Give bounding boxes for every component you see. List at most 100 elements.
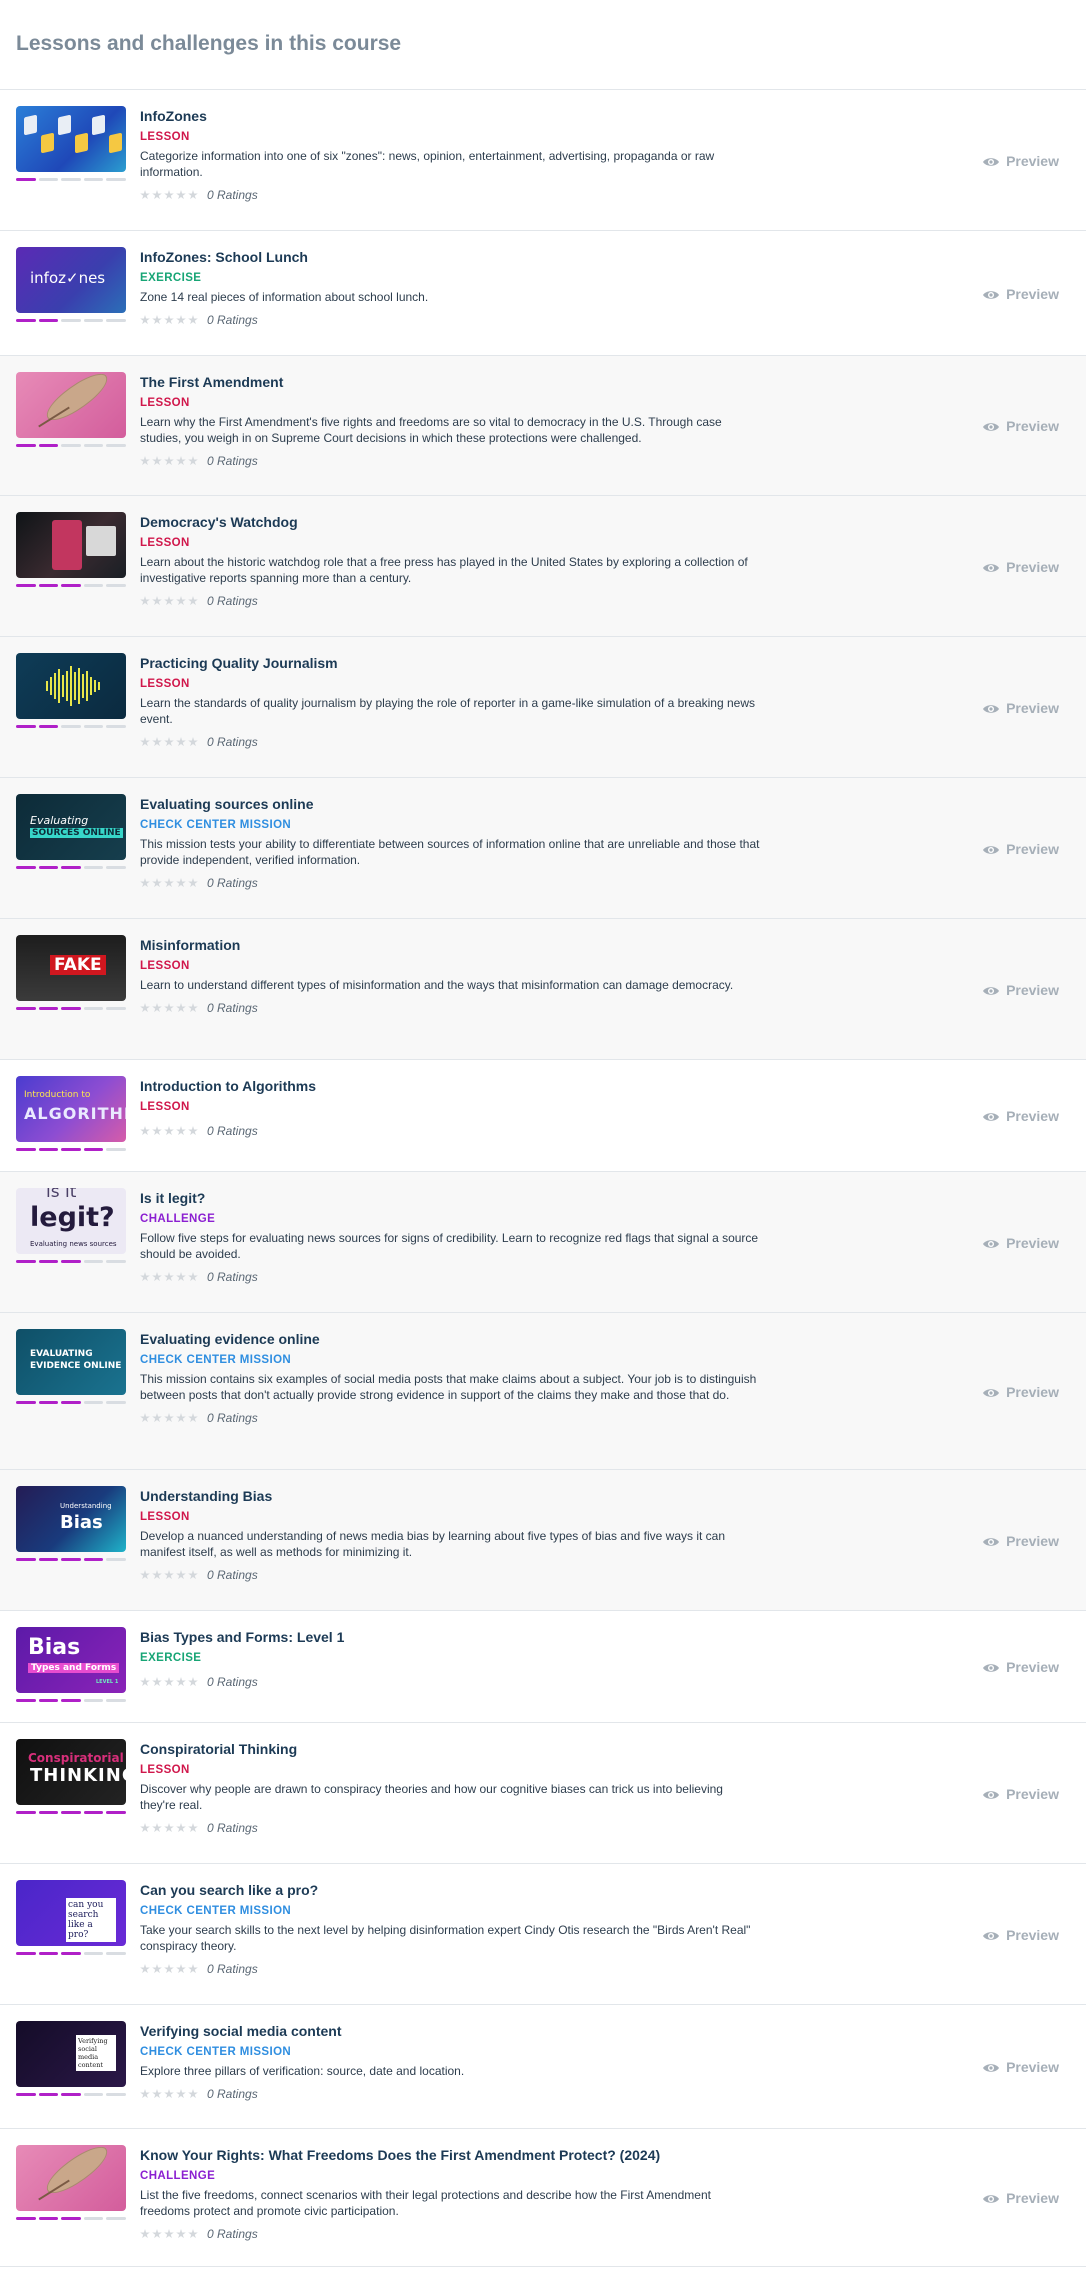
star-icon[interactable] (140, 1272, 150, 1282)
star-icon[interactable] (176, 1964, 186, 1974)
lesson-row[interactable]: Understanding Bias Understanding Bias LESSO… (0, 1470, 1086, 1611)
lesson-thumbnail[interactable]: Introduction to ALGORITHMS (16, 1076, 126, 1142)
star-icon[interactable] (188, 1823, 198, 1833)
lesson-row[interactable]: infoz✓nes InfoZones: School Lunch EXERCISE… (0, 231, 1086, 356)
preview-button[interactable]: Preview (982, 559, 1059, 575)
lesson-row[interactable]: can you search like a pro? Can you search… (0, 1864, 1086, 2005)
lesson-title[interactable]: Know Your Rights: What Freedoms Does the… (140, 2145, 760, 2165)
star-icon[interactable] (188, 737, 198, 747)
star-icon[interactable] (140, 2229, 150, 2239)
star-rating[interactable] (140, 2229, 198, 2239)
star-icon[interactable] (164, 1823, 174, 1833)
star-icon[interactable] (140, 1126, 150, 1136)
lesson-row[interactable]: The First Amendment LESSON Learn why the F… (0, 356, 1086, 496)
star-icon[interactable] (152, 1126, 162, 1136)
star-icon[interactable] (176, 596, 186, 606)
preview-button[interactable]: Preview (982, 841, 1059, 857)
star-rating[interactable] (140, 1677, 198, 1687)
preview-button[interactable]: Preview (982, 1108, 1059, 1124)
star-icon[interactable] (188, 1272, 198, 1282)
star-icon[interactable] (188, 190, 198, 200)
star-icon[interactable] (140, 1413, 150, 1423)
star-rating[interactable] (140, 1570, 198, 1580)
star-icon[interactable] (152, 456, 162, 466)
star-icon[interactable] (164, 596, 174, 606)
preview-button[interactable]: Preview (982, 153, 1059, 169)
lesson-title[interactable]: The First Amendment (140, 372, 760, 392)
star-icon[interactable] (188, 2229, 198, 2239)
star-icon[interactable] (152, 1964, 162, 1974)
preview-button[interactable]: Preview (982, 286, 1059, 302)
lesson-row[interactable]: Verifying social media content Verifying … (0, 2005, 1086, 2129)
star-rating[interactable] (140, 315, 198, 325)
star-icon[interactable] (140, 1823, 150, 1833)
preview-button[interactable]: Preview (982, 1384, 1059, 1400)
lesson-title[interactable]: Democracy's Watchdog (140, 512, 760, 532)
lesson-row[interactable]: is it legit? Evaluating news sources Is it … (0, 1172, 1086, 1313)
star-icon[interactable] (152, 1677, 162, 1687)
star-rating[interactable] (140, 2089, 198, 2099)
lesson-title[interactable]: Introduction to Algorithms (140, 1076, 760, 1096)
star-icon[interactable] (140, 456, 150, 466)
lesson-thumbnail[interactable]: Understanding Bias (16, 1486, 126, 1552)
star-icon[interactable] (164, 1413, 174, 1423)
star-icon[interactable] (176, 1823, 186, 1833)
lesson-thumbnail[interactable] (16, 372, 126, 438)
star-icon[interactable] (152, 315, 162, 325)
star-icon[interactable] (152, 596, 162, 606)
star-icon[interactable] (176, 190, 186, 200)
preview-button[interactable]: Preview (982, 1927, 1059, 1943)
star-icon[interactable] (164, 1677, 174, 1687)
lesson-title[interactable]: Misinformation (140, 935, 760, 955)
star-icon[interactable] (140, 1677, 150, 1687)
star-icon[interactable] (188, 2089, 198, 2099)
star-icon[interactable] (188, 1964, 198, 1974)
lesson-thumbnail[interactable] (16, 2145, 126, 2211)
star-rating[interactable] (140, 456, 198, 466)
star-icon[interactable] (176, 1677, 186, 1687)
lesson-thumbnail[interactable]: Bias Types and Forms LEVEL 1 (16, 1627, 126, 1693)
star-rating[interactable] (140, 1272, 198, 1282)
star-icon[interactable] (140, 1003, 150, 1013)
star-rating[interactable] (140, 1823, 198, 1833)
star-icon[interactable] (188, 1570, 198, 1580)
lesson-title[interactable]: Evaluating sources online (140, 794, 760, 814)
lesson-title[interactable]: Evaluating evidence online (140, 1329, 760, 1349)
lesson-row[interactable]: Democracy's Watchdog LESSON Learn about th… (0, 496, 1086, 637)
lesson-thumbnail[interactable]: ConspiratorialTHINKING (16, 1739, 126, 1805)
lesson-title[interactable]: Verifying social media content (140, 2021, 760, 2041)
star-icon[interactable] (164, 1126, 174, 1136)
star-icon[interactable] (188, 878, 198, 888)
star-icon[interactable] (164, 190, 174, 200)
star-icon[interactable] (152, 1003, 162, 1013)
lesson-row[interactable]: FAKE Misinformation LESSON Learn to underst… (0, 919, 1086, 1060)
star-icon[interactable] (140, 190, 150, 200)
star-rating[interactable] (140, 1003, 198, 1013)
star-icon[interactable] (176, 1413, 186, 1423)
lesson-title[interactable]: Can you search like a pro? (140, 1880, 760, 1900)
preview-button[interactable]: Preview (982, 982, 1059, 998)
lesson-title[interactable]: Conspiratorial Thinking (140, 1739, 760, 1759)
star-icon[interactable] (140, 1570, 150, 1580)
star-icon[interactable] (152, 190, 162, 200)
preview-button[interactable]: Preview (982, 1659, 1059, 1675)
lesson-row[interactable]: Know Your Rights: What Freedoms Does the… (0, 2129, 1086, 2267)
preview-button[interactable]: Preview (982, 1533, 1059, 1549)
preview-button[interactable]: Preview (982, 700, 1059, 716)
star-rating[interactable] (140, 878, 198, 888)
lesson-thumbnail[interactable]: FAKE (16, 935, 126, 1001)
star-icon[interactable] (164, 315, 174, 325)
star-icon[interactable] (152, 2229, 162, 2239)
preview-button[interactable]: Preview (982, 1235, 1059, 1251)
lesson-thumbnail[interactable]: Verifying social media content (16, 2021, 126, 2087)
star-icon[interactable] (164, 737, 174, 747)
star-icon[interactable] (140, 2089, 150, 2099)
lesson-row[interactable]: InfoZones LESSON Categorize information in… (0, 90, 1086, 231)
lesson-thumbnail[interactable]: can you search like a pro? (16, 1880, 126, 1946)
star-rating[interactable] (140, 737, 198, 747)
lesson-row[interactable]: Practicing Quality Journalism LESSON Learn… (0, 637, 1086, 778)
star-icon[interactable] (176, 737, 186, 747)
star-icon[interactable] (152, 1823, 162, 1833)
lesson-row[interactable]: EVALUATING EVIDENCE ONLINE Evaluating evid… (0, 1313, 1086, 1470)
star-icon[interactable] (152, 1570, 162, 1580)
